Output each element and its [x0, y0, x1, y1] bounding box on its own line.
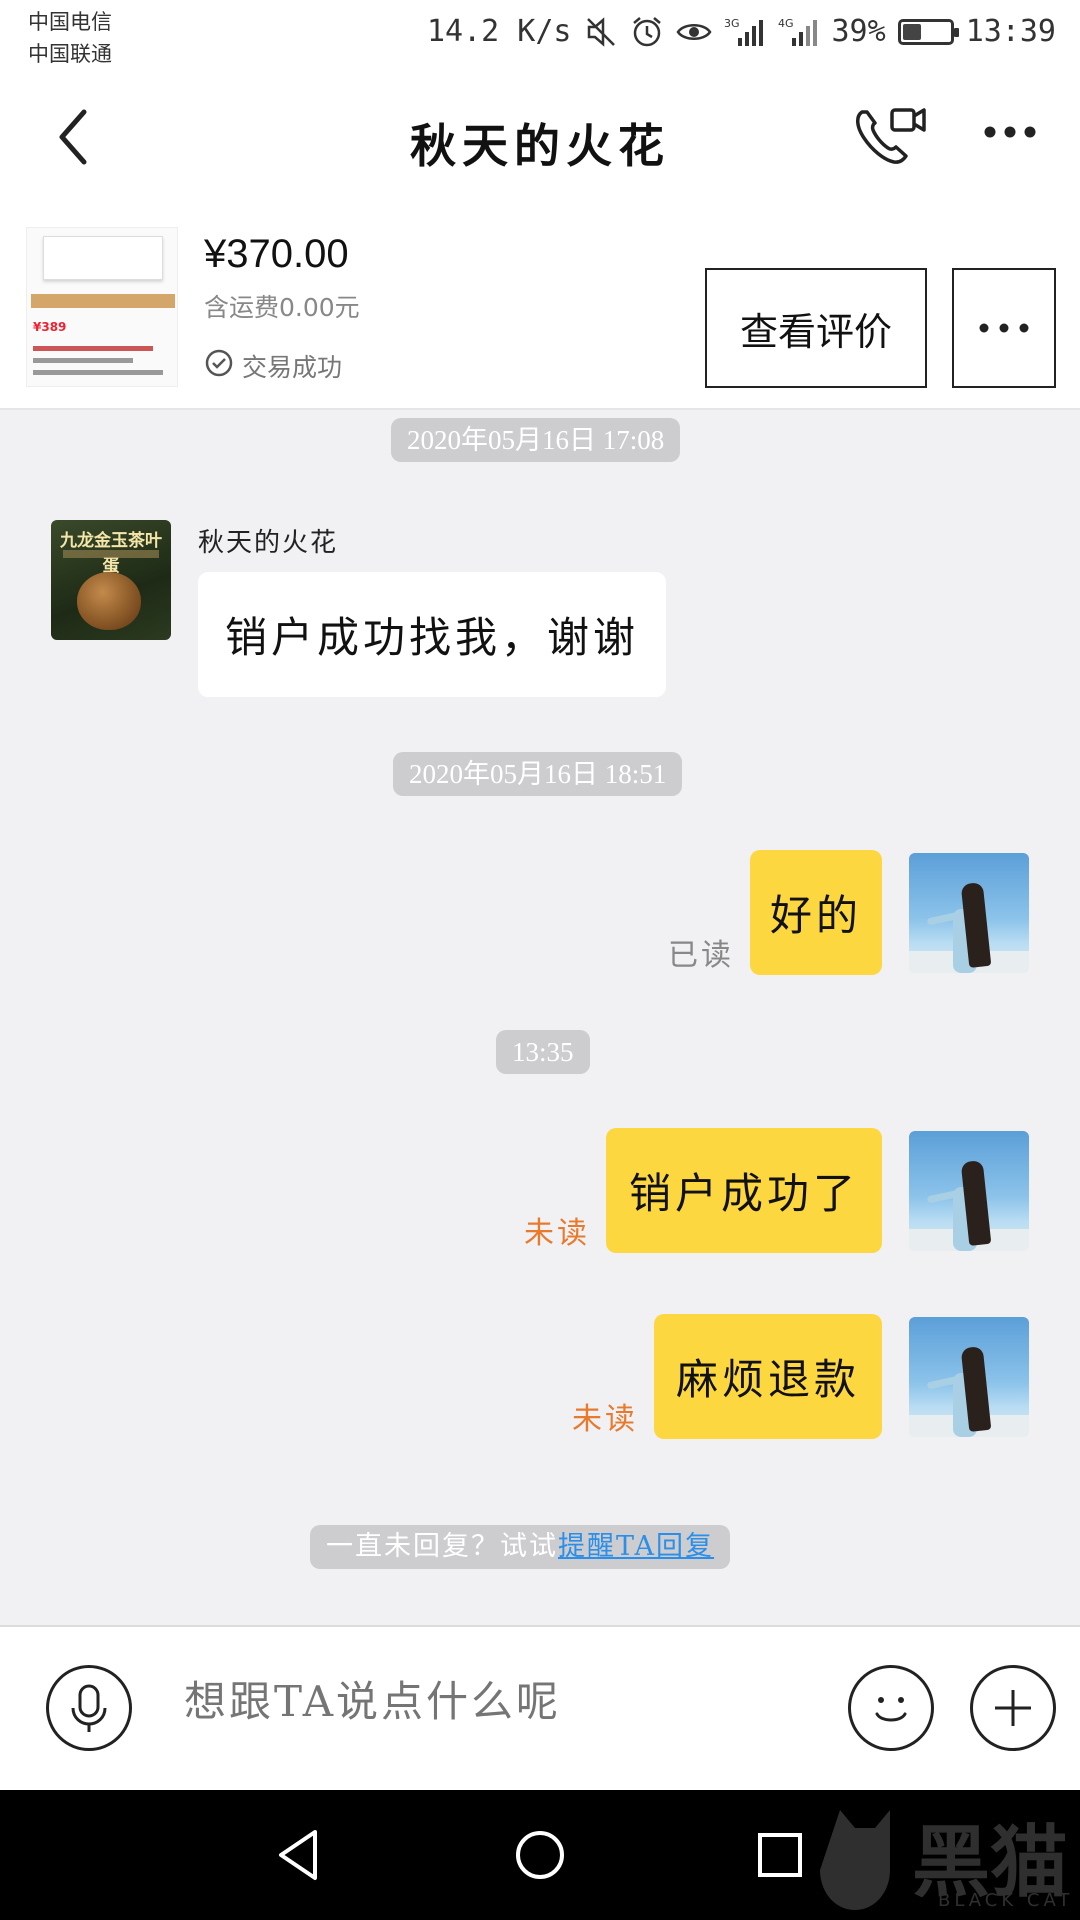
product-more-button[interactable]	[952, 268, 1056, 388]
network-speed: 14.2 K/s	[427, 14, 572, 49]
nav-back-icon[interactable]	[265, 1820, 335, 1890]
chat-area[interactable]: 2020年05月16日 17:08 九龙金玉茶叶蛋 秋天的火花 销户成功找我，谢…	[0, 410, 1080, 1625]
signal-3g-icon: 3G	[724, 16, 766, 48]
carrier-2: 中国联通	[28, 42, 112, 66]
watermark: 黑猫 BLACK CAT	[820, 1790, 1080, 1920]
status-indicators: 14.2 K/s 3G 4G 39% 13:39	[427, 14, 1056, 49]
watermark-subtext: BLACK CAT	[938, 1890, 1074, 1911]
read-status: 已读	[668, 938, 734, 973]
unread-status: 未读	[524, 1216, 590, 1251]
battery-fill	[902, 23, 921, 40]
view-review-button[interactable]: 查看评价	[705, 268, 927, 388]
product-price: ¥370.00	[204, 232, 349, 276]
my-avatar[interactable]	[909, 1131, 1029, 1251]
emoji-button[interactable]	[848, 1665, 934, 1751]
signal-4g-label: 4G	[778, 17, 794, 30]
mute-icon	[584, 15, 618, 49]
nav-home-icon[interactable]	[505, 1820, 575, 1890]
more-icon[interactable]	[980, 102, 1050, 162]
product-card[interactable]: ¥389 ¥370.00 含运费0.00元 交易成功 查看评价	[0, 202, 1080, 410]
nav-recents-icon[interactable]	[745, 1820, 815, 1890]
cat-logo-icon	[820, 1810, 890, 1910]
plus-icon	[995, 1690, 1031, 1726]
message-bubble-outgoing[interactable]: 麻烦退款	[654, 1314, 882, 1439]
product-image-device	[43, 236, 163, 280]
product-shipping: 含运费0.00元	[204, 293, 360, 322]
avatar-subcaption	[63, 550, 159, 558]
message-bubble-outgoing[interactable]: 好的	[750, 850, 882, 975]
product-image-text	[33, 346, 153, 351]
smiley-icon	[875, 1697, 907, 1722]
remind-hint-text: 一直未回复？试试	[326, 1531, 558, 1562]
more-dots-icon	[979, 323, 1029, 333]
sender-name: 秋天的火花	[198, 528, 339, 558]
timestamp: 2020年05月16日 18:51	[393, 752, 683, 796]
signal-4g-icon: 4G	[778, 16, 820, 48]
message-input-bar	[0, 1625, 1080, 1790]
battery-icon	[897, 18, 959, 45]
system-nav-bar: 黑猫 BLACK CAT	[0, 1790, 1080, 1920]
clock: 13:39	[965, 14, 1056, 49]
status-bar: 中国电信 中国联通 14.2 K/s 3G 4G 39% 13:39	[0, 0, 1080, 72]
signal-3g-label: 3G	[724, 17, 740, 30]
eye-icon	[675, 17, 712, 47]
product-image-text	[33, 358, 133, 363]
remind-hint: 一直未回复？试试提醒TA回复	[310, 1525, 731, 1569]
timestamp: 13:35	[496, 1030, 590, 1074]
deal-status: 交易成功	[204, 348, 342, 384]
chat-header: 秋天的火花	[0, 72, 1080, 202]
my-avatar[interactable]	[909, 853, 1029, 973]
timestamp: 2020年05月16日 17:08	[391, 418, 681, 462]
product-image-text	[33, 370, 163, 375]
message-input[interactable]	[184, 1677, 824, 1726]
avatar-egg-image	[77, 572, 141, 630]
product-thumbnail[interactable]: ¥389	[26, 227, 178, 387]
alarm-icon	[630, 15, 664, 49]
message-bubble-outgoing[interactable]: 销户成功了	[606, 1128, 882, 1253]
product-image-banner	[31, 294, 175, 308]
more-actions-button[interactable]	[970, 1665, 1056, 1751]
carrier-labels: 中国电信 中国联通	[28, 6, 112, 70]
video-call-icon[interactable]	[850, 102, 930, 172]
remind-reply-link[interactable]: 提醒TA回复	[558, 1531, 714, 1562]
battery-percent: 39%	[831, 14, 886, 49]
carrier-1: 中国电信	[28, 10, 112, 34]
product-image-price: ¥389	[33, 320, 67, 334]
unread-status: 未读	[572, 1402, 638, 1437]
check-circle-icon	[204, 348, 234, 384]
deal-status-text: 交易成功	[242, 353, 343, 382]
my-avatar[interactable]	[909, 1317, 1029, 1437]
message-bubble-incoming[interactable]: 销户成功找我，谢谢	[198, 572, 666, 697]
microphone-icon	[71, 1684, 107, 1732]
voice-input-button[interactable]	[46, 1665, 132, 1751]
contact-avatar[interactable]: 九龙金玉茶叶蛋	[51, 520, 171, 640]
